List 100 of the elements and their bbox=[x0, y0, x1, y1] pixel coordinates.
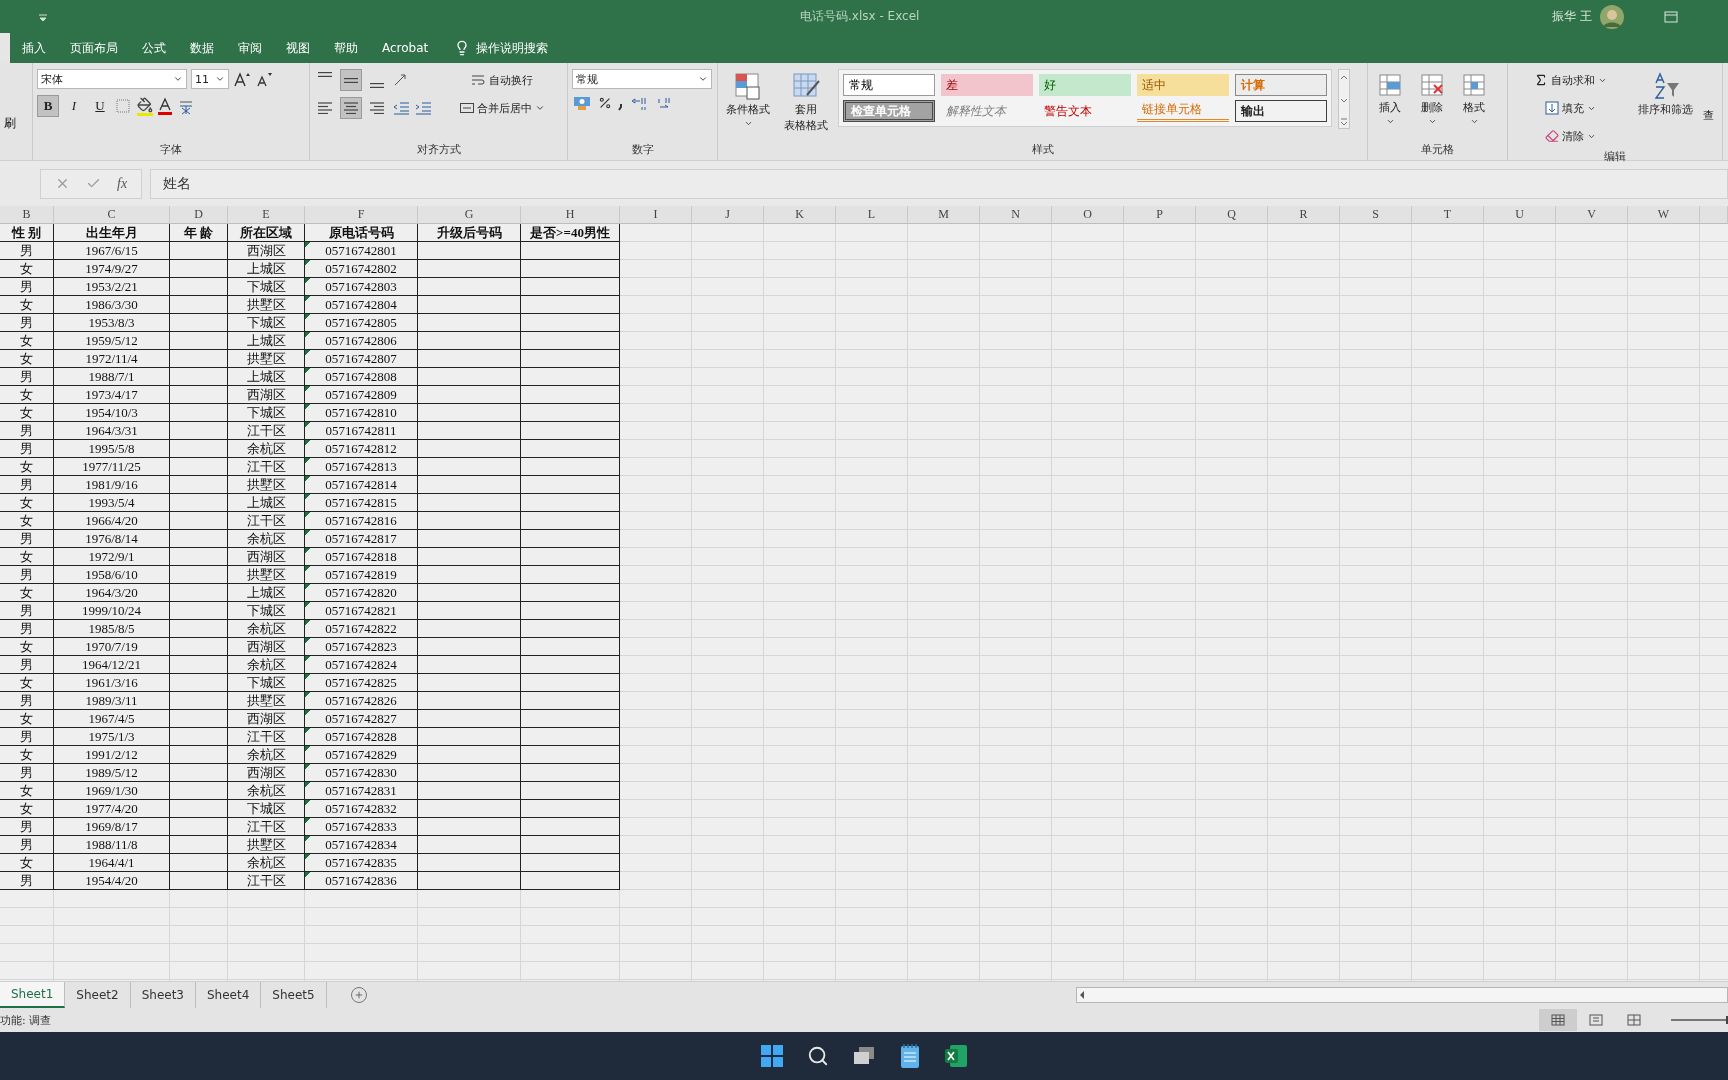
merge-center-button[interactable]: 合并后居中 bbox=[441, 97, 563, 119]
font-name-select[interactable]: 宋体 bbox=[37, 69, 187, 89]
autosum-button[interactable]: 自动求和 bbox=[1512, 69, 1628, 91]
column-header[interactable]: P bbox=[1124, 206, 1196, 224]
horizontal-scrollbar[interactable] bbox=[1076, 987, 1728, 1003]
cell-style[interactable]: 适中 bbox=[1137, 74, 1229, 96]
cell-style[interactable]: 警告文本 bbox=[1039, 100, 1131, 122]
column-header[interactable]: E bbox=[228, 206, 305, 224]
table-cell bbox=[170, 782, 228, 800]
column-header[interactable]: T bbox=[1412, 206, 1484, 224]
clear-button[interactable]: 清除 bbox=[1512, 125, 1628, 147]
ribbon-tab[interactable]: 审阅 bbox=[226, 33, 274, 63]
cells-button[interactable]: 插入 bbox=[1372, 69, 1408, 140]
column-header[interactable]: O bbox=[1052, 206, 1124, 224]
table-cell: 江干区 bbox=[228, 728, 305, 746]
ribbon-tab[interactable]: 页面布局 bbox=[58, 33, 130, 63]
format-as-table-button[interactable]: 套用 表格格式 bbox=[780, 69, 832, 140]
fill-color-icon[interactable] bbox=[137, 96, 153, 116]
ribbon-display-icon[interactable] bbox=[1664, 10, 1678, 23]
style-gallery-scroll-icon[interactable] bbox=[1338, 69, 1350, 129]
ribbon-tab[interactable]: 视图 bbox=[274, 33, 322, 63]
column-header[interactable]: R bbox=[1268, 206, 1340, 224]
table-cell: 1954/10/3 bbox=[54, 404, 170, 422]
cell-style[interactable]: 好 bbox=[1039, 74, 1131, 96]
column-header[interactable]: F bbox=[305, 206, 418, 224]
table-cell: 余杭区 bbox=[228, 620, 305, 638]
table-cell: 余杭区 bbox=[228, 854, 305, 872]
conditional-format-button[interactable]: 条件格式 bbox=[722, 69, 774, 140]
bold-button[interactable]: B bbox=[37, 95, 59, 117]
ribbon-tab[interactable]: 插入 bbox=[10, 33, 58, 63]
table-cell: 1970/7/19 bbox=[54, 638, 170, 656]
view-mode-button[interactable] bbox=[1539, 1009, 1577, 1031]
ribbon-tab[interactable]: 数据 bbox=[178, 33, 226, 63]
column-header[interactable]: L bbox=[836, 206, 908, 224]
table-cell: 余杭区 bbox=[228, 440, 305, 458]
column-header[interactable]: M bbox=[908, 206, 980, 224]
cells-button[interactable]: 删除 bbox=[1414, 69, 1450, 140]
fill-button[interactable]: 填充 bbox=[1512, 97, 1628, 119]
percent-icon[interactable] bbox=[598, 96, 612, 110]
cells-button[interactable]: 格式 bbox=[1456, 69, 1492, 140]
formula-input[interactable]: 姓名 bbox=[150, 168, 1728, 199]
cell-style[interactable]: 输出 bbox=[1235, 100, 1327, 122]
font-color-icon[interactable] bbox=[157, 97, 173, 115]
column-header[interactable]: U bbox=[1484, 206, 1556, 224]
horizontal-align-button[interactable] bbox=[340, 97, 362, 119]
format-painter-label[interactable]: 刷 bbox=[4, 115, 28, 132]
column-header[interactable]: I bbox=[620, 206, 692, 224]
cell-style[interactable]: 差 bbox=[941, 74, 1033, 96]
italic-button[interactable]: I bbox=[63, 95, 85, 117]
column-header[interactable]: W bbox=[1628, 206, 1700, 224]
increase-font-icon[interactable] bbox=[233, 70, 251, 88]
wrap-text-button[interactable]: 自动换行 bbox=[441, 69, 563, 91]
ribbon-tab[interactable]: Acrobat bbox=[370, 33, 441, 63]
column-header[interactable]: D bbox=[170, 206, 228, 224]
table-cell: 拱墅区 bbox=[228, 350, 305, 368]
avatar[interactable] bbox=[1600, 4, 1624, 29]
align-lines-icon bbox=[344, 77, 358, 83]
table-cell: 男 bbox=[0, 368, 54, 386]
table-cell: 05716742806 bbox=[305, 332, 418, 350]
table-cell: 05716742805 bbox=[305, 314, 418, 332]
underline-button[interactable]: U bbox=[89, 95, 111, 117]
column-header[interactable]: B bbox=[0, 206, 54, 224]
tell-me-search[interactable]: 操作说明搜索 bbox=[476, 39, 549, 57]
cell-style[interactable]: 常规 bbox=[843, 74, 935, 96]
column-header[interactable]: H bbox=[521, 206, 620, 224]
table-cell: 1958/6/10 bbox=[54, 566, 170, 584]
sheet-tab[interactable]: Sheet1 bbox=[0, 982, 66, 1008]
table-cell: 女 bbox=[0, 854, 54, 872]
cell-style[interactable]: 解释性文本 bbox=[941, 100, 1033, 122]
table-cell: 05716742825 bbox=[305, 674, 418, 692]
column-header[interactable]: N bbox=[980, 206, 1052, 224]
column-header[interactable]: J bbox=[692, 206, 764, 224]
cancel-icon[interactable] bbox=[55, 176, 70, 191]
column-header[interactable]: S bbox=[1340, 206, 1412, 224]
column-header[interactable]: K bbox=[764, 206, 836, 224]
table-cell: 1964/3/20 bbox=[54, 584, 170, 602]
sort-filter-button[interactable]: 排序和筛选 bbox=[1634, 69, 1697, 147]
ribbon-tab[interactable]: 公式 bbox=[130, 33, 178, 63]
column-header[interactable]: C bbox=[54, 206, 170, 224]
ribbon-tab[interactable]: 帮助 bbox=[322, 33, 370, 63]
table-cell: 1961/3/16 bbox=[54, 674, 170, 692]
decrease-font-icon[interactable] bbox=[255, 70, 273, 88]
search-icon[interactable] bbox=[807, 1045, 829, 1067]
table-cell: 余杭区 bbox=[228, 656, 305, 674]
number-format-select[interactable]: 常规 bbox=[572, 69, 712, 89]
column-header[interactable]: G bbox=[418, 206, 521, 224]
customize-toolbar-icon[interactable] bbox=[38, 11, 48, 22]
table-cell: 江干区 bbox=[228, 512, 305, 530]
table-cell: 男 bbox=[0, 422, 54, 440]
font-size-select[interactable]: 11 bbox=[191, 69, 229, 89]
table-cell bbox=[170, 296, 228, 314]
table-cell: 男 bbox=[0, 836, 54, 854]
insert-function-button[interactable]: fx bbox=[117, 175, 128, 192]
column-header[interactable]: Q bbox=[1196, 206, 1268, 224]
find-button[interactable]: 查 bbox=[1703, 69, 1718, 147]
table-cell: 男 bbox=[0, 656, 54, 674]
column-header[interactable]: V bbox=[1556, 206, 1628, 224]
table-cell: 1999/10/24 bbox=[54, 602, 170, 620]
vertical-align-button[interactable] bbox=[340, 69, 362, 91]
table-cell: 下城区 bbox=[228, 314, 305, 332]
